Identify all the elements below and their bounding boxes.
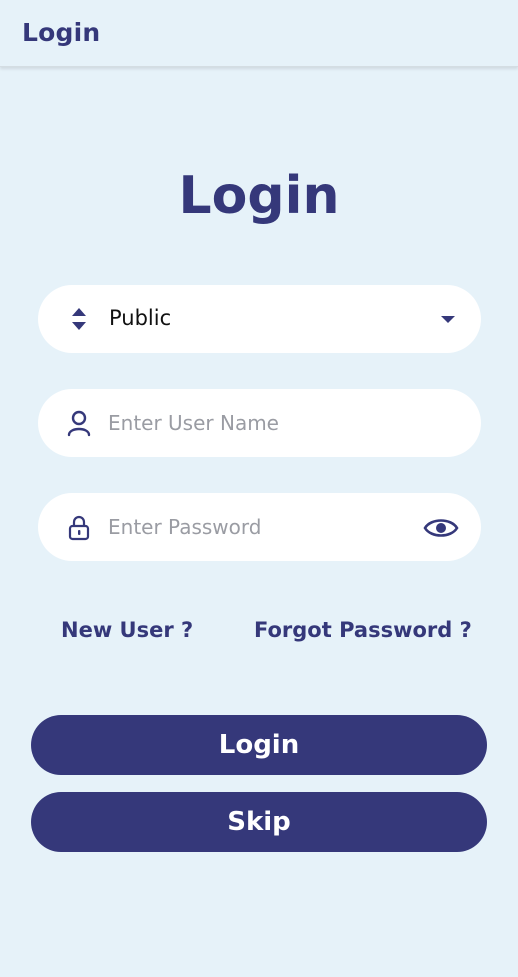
password-input[interactable] <box>108 493 408 561</box>
page-title: Login <box>178 166 340 226</box>
password-field <box>38 493 481 561</box>
lock-icon <box>64 512 94 542</box>
skip-button[interactable]: Skip <box>31 792 487 852</box>
login-button[interactable]: Login <box>31 715 487 775</box>
app-bar: Login <box>0 0 518 67</box>
new-user-link[interactable]: New User ? <box>61 618 193 642</box>
person-icon <box>64 408 94 438</box>
caret-down-icon <box>441 316 455 323</box>
user-type-dropdown[interactable]: Public <box>38 285 481 353</box>
app-bar-title: Login <box>22 18 101 47</box>
forgot-password-link[interactable]: Forgot Password ? <box>254 618 472 642</box>
sort-arrows-icon <box>64 304 94 334</box>
username-input[interactable] <box>108 389 408 457</box>
eye-icon[interactable] <box>423 515 459 541</box>
user-type-selected-value: Public <box>109 306 172 330</box>
username-field <box>38 389 481 457</box>
